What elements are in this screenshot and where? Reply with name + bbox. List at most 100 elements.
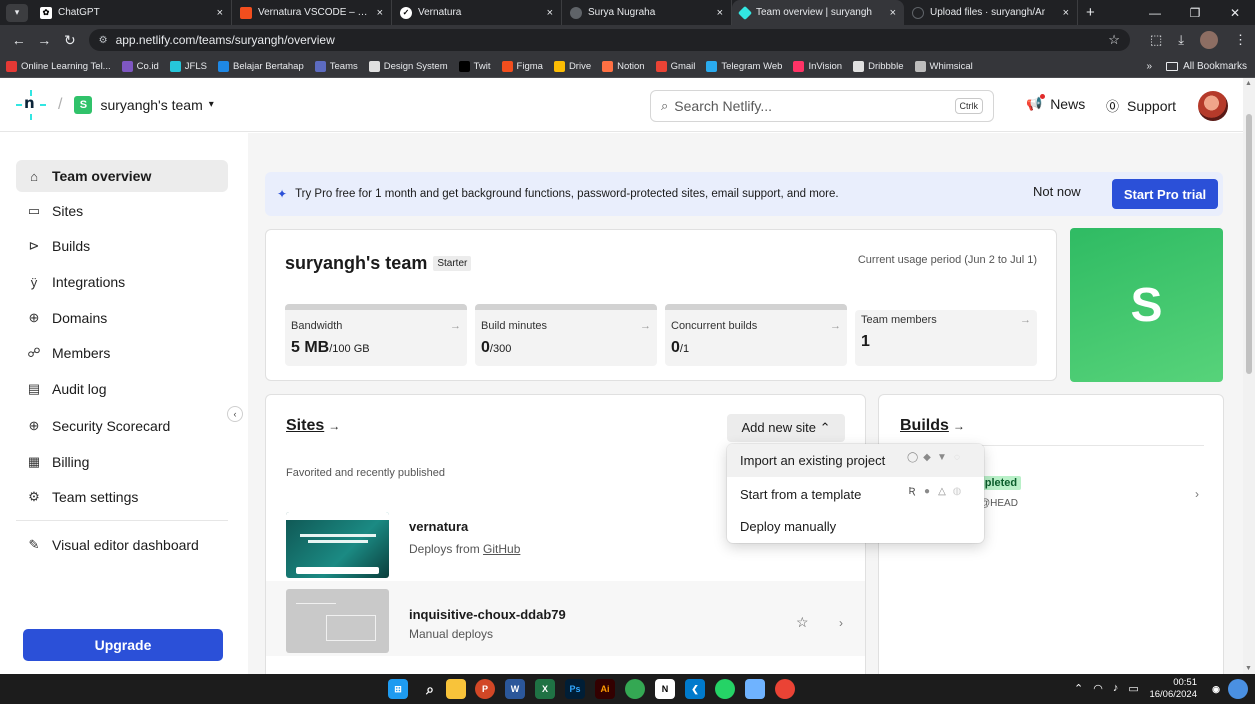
volume-icon[interactable]: ♪ [1113, 682, 1119, 695]
usage-bandwidth[interactable]: Bandwidth → 5 MB/100 GB [285, 304, 467, 366]
user-avatar[interactable] [1198, 91, 1228, 121]
chevron-right-icon[interactable]: › [839, 616, 843, 630]
photoshop-icon[interactable]: Ps [565, 679, 585, 699]
browser-tab-chatgpt[interactable]: ✿ ChatGPT × [32, 0, 232, 25]
bookmark-item[interactable]: Teams [314, 60, 358, 72]
add-new-site-button[interactable]: Add new site ⌃ [727, 414, 845, 442]
browser-menu-icon[interactable]: ⋮ [1234, 32, 1247, 48]
wifi-icon[interactable]: ◠ [1093, 682, 1103, 695]
bookmark-item[interactable]: JFLS [169, 60, 207, 72]
close-icon[interactable]: × [547, 7, 553, 19]
collapse-sidebar-button[interactable]: ‹ [227, 406, 243, 422]
builds-heading-link[interactable]: Builds → [900, 417, 965, 435]
not-now-button[interactable]: Not now [1033, 184, 1081, 199]
chrome-alt-icon[interactable] [775, 679, 795, 699]
upgrade-button[interactable]: Upgrade [23, 629, 223, 661]
close-icon[interactable]: × [217, 7, 223, 19]
bookmark-item[interactable]: Online Learning Tel... [6, 60, 111, 72]
bookmark-item[interactable]: Belajar Bertahap [217, 60, 304, 72]
close-icon[interactable]: × [717, 7, 723, 19]
support-link[interactable]: ⓪ Support [1106, 96, 1176, 115]
team-avatar[interactable]: S [1070, 228, 1223, 382]
sidebar-item-team-overview[interactable]: ⌂ Team overview [16, 160, 228, 192]
usage-concurrent-builds[interactable]: Concurrent builds → 0/1 [665, 304, 847, 366]
new-tab-button[interactable]: + [1086, 4, 1095, 21]
windows-start-icon[interactable]: ⊞ [388, 679, 408, 699]
excel-icon[interactable]: X [535, 679, 555, 699]
team-switcher[interactable]: S suryangh's team ▾ [74, 95, 214, 114]
usage-build-minutes[interactable]: Build minutes → 0/300 [475, 304, 657, 366]
illustrator-icon[interactable]: Ai [595, 679, 615, 699]
close-icon[interactable]: × [890, 7, 896, 19]
tab-search-button[interactable]: ▾ [6, 3, 28, 22]
page-scrollbar[interactable]: ▲ ▼ [1243, 78, 1255, 674]
sidebar-item-builds[interactable]: ⊳ Builds [16, 230, 228, 262]
search-input[interactable]: ⌕ Search Netlify... Ctrlk [650, 90, 994, 122]
sidebar-item-security-scorecard[interactable]: ⊕ Security Scorecard [16, 410, 228, 442]
address-bar[interactable]: ⚙ app.netlify.com/teams/suryangh/overvie… [88, 29, 1130, 51]
github-link[interactable]: GitHub [483, 542, 520, 556]
profile-icon[interactable] [1228, 679, 1248, 699]
browser-tab-surya[interactable]: Surya Nugraha × [562, 0, 732, 25]
back-icon[interactable]: ← [6, 32, 32, 48]
forward-icon[interactable]: → [32, 32, 58, 48]
favorite-star-icon[interactable]: ☆ [796, 614, 809, 631]
sidebar-item-sites[interactable]: ▭ Sites [16, 195, 228, 227]
all-bookmarks-button[interactable]: All Bookmarks [1183, 61, 1247, 72]
notepad-icon[interactable] [745, 679, 765, 699]
menu-item-start-template[interactable]: Start from a template Ʀ ● △ ◍ [727, 478, 984, 511]
start-pro-trial-button[interactable]: Start Pro trial [1112, 179, 1218, 209]
browser-tab-vernatura[interactable]: ✓ Vernatura × [392, 0, 562, 25]
bookmark-item[interactable]: Whimsical [914, 60, 973, 72]
bookmark-item[interactable]: Twit [458, 60, 491, 72]
news-link[interactable]: 📢 News [1026, 94, 1085, 112]
chevron-right-icon[interactable]: › [1195, 487, 1199, 501]
search-icon[interactable]: ⌕ [420, 679, 440, 699]
sidebar-item-audit-log[interactable]: ▤ Audit log [16, 373, 228, 405]
sidebar-item-domains[interactable]: ⊕ Domains [16, 302, 228, 334]
browser-tab-figma[interactable]: Vernatura VSCODE – Figma × [232, 0, 392, 25]
powerpoint-icon[interactable]: P [475, 679, 495, 699]
word-icon[interactable]: W [505, 679, 525, 699]
bookmark-item[interactable]: Gmail [655, 60, 695, 72]
notification-icon[interactable]: ◉ [1206, 679, 1226, 699]
file-explorer-icon[interactable] [446, 679, 466, 699]
browser-tab-github[interactable]: Upload files · suryangh/Ar × [904, 0, 1078, 25]
bookmark-item[interactable]: Telegram Web [706, 60, 782, 72]
close-icon[interactable]: × [377, 7, 383, 19]
browser-tab-netlify[interactable]: Team overview | suryangh × [732, 0, 904, 25]
more-bookmarks-button[interactable]: » [1147, 61, 1153, 72]
sidebar-item-billing[interactable]: ▦ Billing [16, 446, 228, 478]
profile-avatar-icon[interactable] [1200, 31, 1218, 49]
reload-icon[interactable]: ↻ [57, 32, 83, 49]
sidebar-item-integrations[interactable]: ÿ Integrations [16, 266, 228, 298]
chevron-up-icon[interactable]: ⌃ [1074, 682, 1083, 695]
download-icon[interactable]: ⤓ [1178, 32, 1184, 48]
chrome-icon[interactable] [625, 679, 645, 699]
bookmark-item[interactable]: Dribbble [853, 60, 904, 72]
close-icon[interactable]: × [1063, 7, 1069, 19]
site-info-icon[interactable]: ⚙ [99, 35, 108, 46]
sites-heading-link[interactable]: Sites → [286, 417, 340, 435]
site-row-inquisitive-choux[interactable]: inquisitive-choux-ddab79 Manual deploys … [266, 581, 865, 656]
sidebar-item-members[interactable]: ☍ Members [16, 337, 228, 369]
sidebar-item-visual-editor[interactable]: ✎ Visual editor dashboard [16, 529, 228, 561]
close-window-icon[interactable]: ✕ [1215, 6, 1255, 20]
minimize-icon[interactable]: — [1135, 6, 1175, 20]
extensions-icon[interactable]: ⬚ [1150, 32, 1162, 48]
menu-item-deploy-manually[interactable]: Deploy manually [727, 510, 984, 543]
netlify-logo-icon[interactable]: n [16, 89, 46, 120]
whatsapp-icon[interactable] [715, 679, 735, 699]
notion-icon[interactable]: N [655, 679, 675, 699]
restore-icon[interactable]: ❐ [1175, 6, 1215, 20]
menu-item-import-project[interactable]: Import an existing project ◯ ◆ ▼ ◌ [727, 444, 984, 477]
bookmark-star-icon[interactable]: ☆ [1108, 32, 1120, 48]
bookmark-item[interactable]: Drive [553, 60, 591, 72]
vscode-icon[interactable]: ❮ [685, 679, 705, 699]
bookmark-item[interactable]: InVision [793, 60, 842, 72]
bookmark-item[interactable]: Notion [602, 60, 645, 72]
bookmark-item[interactable]: Figma [501, 60, 543, 72]
system-clock[interactable]: 00:51 16/06/2024 [1137, 677, 1197, 701]
sidebar-item-team-settings[interactable]: ⚙ Team settings [16, 481, 228, 513]
bookmark-item[interactable]: Design System [368, 60, 448, 72]
